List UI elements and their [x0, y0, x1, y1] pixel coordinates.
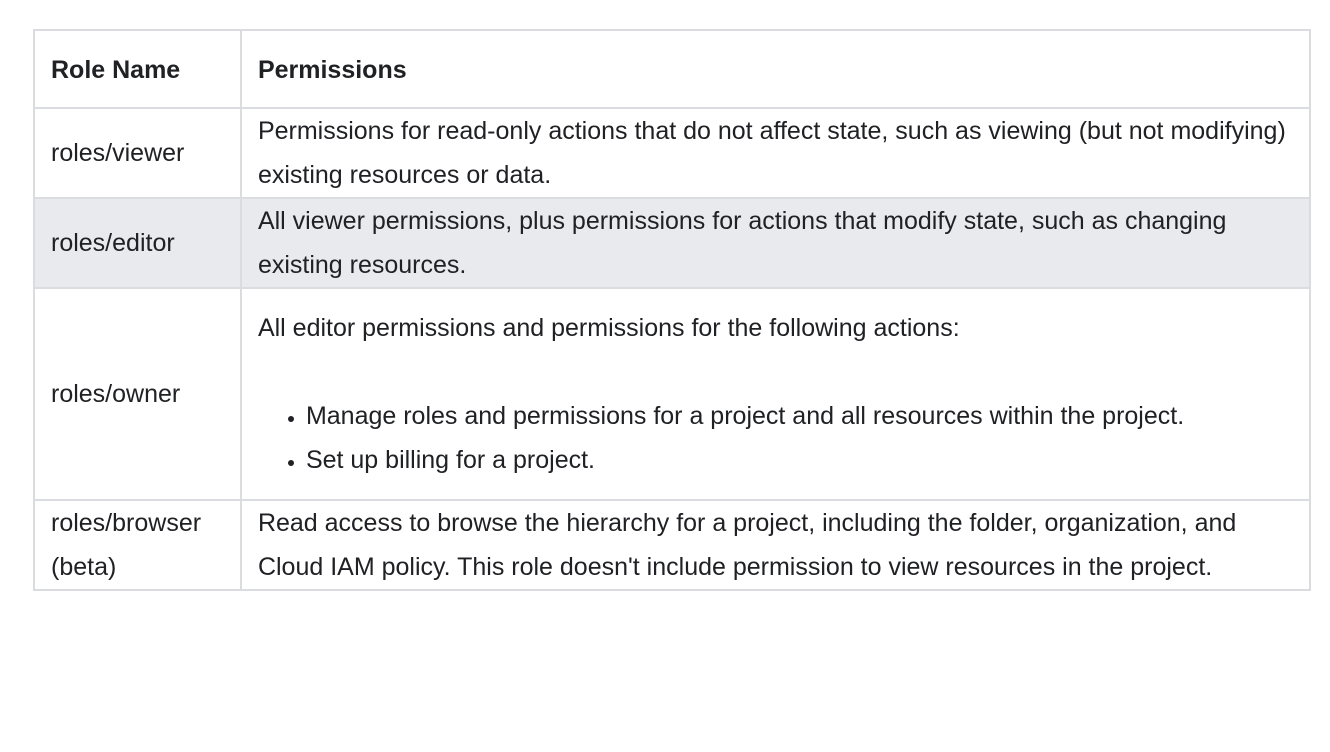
- role-permissions-cell: All editor permissions and permissions f…: [239, 287, 1312, 501]
- role-name-cell: roles/owner: [33, 287, 242, 501]
- role-permissions-cell: Permissions for read-only actions that d…: [239, 107, 1312, 199]
- table-row: roles/editor All viewer permissions, plu…: [33, 197, 1312, 289]
- roles-table: Role Name Permissions roles/viewer Permi…: [33, 29, 1312, 591]
- list-item: Manage roles and permissions for a proje…: [306, 394, 1293, 438]
- owner-actions-list: Manage roles and permissions for a proje…: [258, 394, 1293, 482]
- table-row: roles/owner All editor permissions and p…: [33, 287, 1312, 501]
- role-name-cell: roles/viewer: [33, 107, 242, 199]
- role-permissions-cell: All viewer permissions, plus permissions…: [239, 197, 1312, 289]
- table-row: roles/browser (beta) Read access to brow…: [33, 499, 1312, 591]
- owner-intro-text: All editor permissions and permissions f…: [257, 314, 960, 342]
- table-header-row: Role Name Permissions: [33, 29, 1312, 109]
- role-name-cell: roles/editor: [33, 197, 242, 289]
- role-name-cell: roles/browser (beta): [33, 499, 242, 591]
- role-permissions-cell: Read access to browse the hierarchy for …: [239, 499, 1312, 591]
- header-role-name: Role Name: [33, 29, 242, 109]
- list-item: Set up billing for a project.: [306, 438, 1293, 482]
- header-permissions: Permissions: [239, 29, 1312, 109]
- table-row: roles/viewer Permissions for read-only a…: [33, 107, 1312, 199]
